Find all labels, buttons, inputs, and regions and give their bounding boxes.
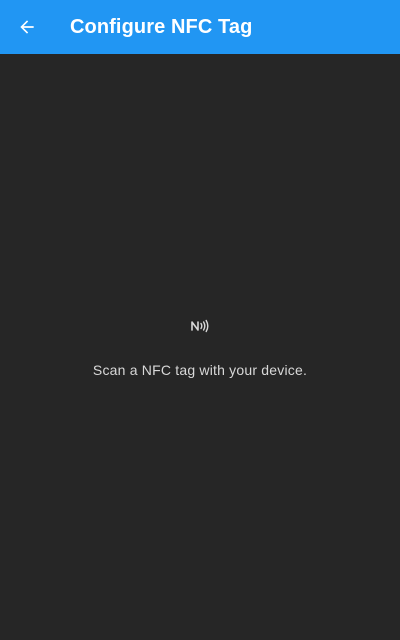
content-area: Scan a NFC tag with your device. (0, 54, 400, 640)
app-bar: Configure NFC Tag (0, 0, 400, 54)
page-title: Configure NFC Tag (70, 15, 253, 38)
nfc-icon (191, 319, 209, 333)
back-button[interactable] (0, 0, 54, 54)
scan-instruction-text: Scan a NFC tag with your device. (92, 362, 308, 378)
arrow-back-icon (20, 20, 34, 34)
